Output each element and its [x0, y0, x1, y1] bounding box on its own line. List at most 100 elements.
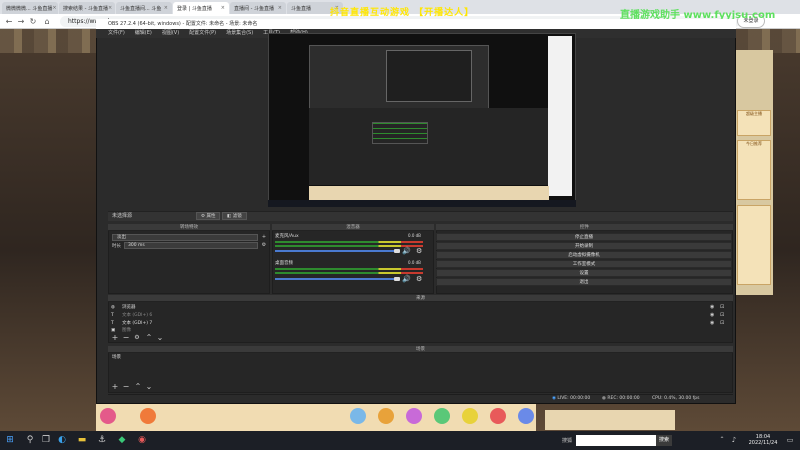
properties-button[interactable]: ⚙ 属性: [196, 212, 221, 220]
move-up-icon[interactable]: ⌃: [134, 383, 142, 391]
browser-tab[interactable]: 微微微微... 斗鱼直播 ×: [2, 2, 58, 14]
gift-icon[interactable]: [434, 408, 450, 424]
gear-icon[interactable]: ⚙: [416, 247, 422, 255]
tray-chevron-icon[interactable]: ⌃: [716, 434, 728, 446]
source-item[interactable]: T 文本 (GDI+) 7: [110, 320, 730, 327]
source-item[interactable]: ▣ 图像: [110, 327, 730, 334]
close-icon[interactable]: ×: [164, 5, 168, 11]
windows-start-icon[interactable]: ⊞: [4, 434, 16, 446]
gift-icon[interactable]: [518, 408, 534, 424]
edge-browser-icon[interactable]: ◐: [56, 434, 68, 446]
gift-icon[interactable]: [378, 408, 394, 424]
sources-header: 来源: [108, 295, 733, 302]
speaker-icon[interactable]: 🔊: [402, 275, 411, 283]
audio-meter: [275, 272, 423, 274]
website-side-promo[interactable]: 超级主播: [737, 110, 771, 136]
cpu-status: CPU: 0.4%, 30.00 fps: [652, 396, 700, 401]
live-icon: ◉: [552, 396, 556, 401]
back-icon[interactable]: ←: [4, 16, 14, 27]
settings-button[interactable]: 设置: [436, 269, 732, 277]
scene-item[interactable]: 场景: [110, 354, 730, 361]
remove-scene-icon[interactable]: −: [122, 383, 130, 391]
add-source-icon[interactable]: +: [111, 334, 119, 342]
virtual-camera-button[interactable]: 启动虚拟摄像机: [436, 251, 732, 259]
gift-icon[interactable]: [462, 408, 478, 424]
eye-icon[interactable]: ◉: [710, 320, 716, 326]
remove-source-icon[interactable]: −: [122, 334, 130, 342]
close-icon[interactable]: ×: [221, 5, 225, 11]
volume-slider[interactable]: [275, 250, 399, 252]
audio-meter: [275, 245, 423, 247]
no-source-label: 未选择源: [112, 213, 133, 219]
move-up-icon[interactable]: ⌃: [145, 334, 153, 342]
menu-scene-collection[interactable]: 场景集合(S): [226, 29, 253, 38]
obs-taskbar-icon[interactable]: ◉: [136, 434, 148, 446]
menu-profile[interactable]: 配置文件(P): [189, 29, 216, 38]
gift-icon[interactable]: [406, 408, 422, 424]
add-icon[interactable]: +: [261, 234, 267, 240]
transition-select[interactable]: 淡出: [112, 234, 258, 241]
close-icon[interactable]: ×: [108, 5, 112, 11]
lock-icon[interactable]: ⊡: [720, 312, 726, 318]
browser-tab-active[interactable]: 登录 | 斗鱼直播 ×: [173, 2, 229, 14]
move-down-icon[interactable]: ⌄: [145, 383, 153, 391]
browser-tab[interactable]: 搜索结果 - 斗鱼直播 ×: [59, 2, 115, 14]
taskbar-clock[interactable]: 18:04 2022/11/24: [745, 434, 781, 446]
speaker-icon[interactable]: 🔊: [402, 247, 411, 255]
preview-nested-docks: [309, 108, 549, 185]
file-explorer-icon[interactable]: ▬: [76, 434, 88, 446]
studio-mode-button[interactable]: 工作室模式: [436, 260, 732, 268]
taskbar-search-button[interactable]: 搜索: [656, 435, 672, 446]
app-icon[interactable]: ◆: [116, 434, 128, 446]
exit-button[interactable]: 退出: [436, 278, 732, 286]
eye-icon[interactable]: ◉: [710, 312, 716, 318]
volume-slider-handle[interactable]: [394, 249, 400, 253]
browser-tab[interactable]: 斗鱼直播间... 斗鱼 ×: [116, 2, 172, 14]
duration-input[interactable]: 300 ms: [124, 242, 258, 249]
notification-icon[interactable]: ▭: [784, 434, 796, 446]
preview-nested-taskbar: [268, 200, 576, 207]
stop-streaming-button[interactable]: 停止直播: [436, 233, 732, 241]
lock-icon[interactable]: ⊡: [720, 304, 726, 310]
start-recording-button[interactable]: 开始录制: [436, 242, 732, 250]
reload-icon[interactable]: ↻: [28, 16, 38, 27]
gift-icon[interactable]: [140, 408, 156, 424]
filters-button[interactable]: ◧ 滤镜: [222, 212, 247, 220]
search-icon[interactable]: ⚲: [24, 434, 36, 446]
menu-view[interactable]: 视图(V): [162, 29, 179, 38]
settings-icon[interactable]: ⚙: [261, 242, 267, 248]
gear-icon[interactable]: ⚙: [416, 275, 422, 283]
gear-icon[interactable]: ⚙: [133, 334, 141, 342]
taskbar-search-input[interactable]: [576, 435, 656, 446]
gift-icon[interactable]: [100, 408, 116, 424]
add-scene-icon[interactable]: +: [111, 383, 119, 391]
task-view-icon[interactable]: ❐: [40, 434, 52, 446]
audio-meter: [275, 241, 423, 243]
close-icon[interactable]: ×: [278, 5, 282, 11]
move-down-icon[interactable]: ⌄: [156, 334, 164, 342]
forward-icon[interactable]: →: [16, 16, 26, 27]
mixer-channel-db: 0.0 dB: [408, 260, 421, 265]
text-icon: T: [111, 313, 114, 318]
menu-file[interactable]: 文件(F): [108, 29, 125, 38]
lock-icon[interactable]: ⊡: [720, 320, 726, 326]
source-item[interactable]: ◍ 浏览器: [110, 304, 730, 311]
website-side-promo-3[interactable]: [737, 205, 771, 285]
browser-tab[interactable]: 直播间 - 斗鱼直播 ×: [230, 2, 286, 14]
volume-slider[interactable]: [275, 278, 399, 280]
preview-nested-gift-bar: [309, 186, 549, 200]
mixer-channel-name: 桌面音频: [275, 261, 293, 266]
website-side-promo-2[interactable]: 今日推荐: [737, 140, 771, 200]
volume-slider-handle[interactable]: [394, 277, 400, 281]
gift-icon[interactable]: [350, 408, 366, 424]
mixer-channel-db: 0.0 dB: [408, 233, 421, 238]
gift-icon[interactable]: [490, 408, 506, 424]
menu-edit[interactable]: 编辑(E): [135, 29, 152, 38]
controls-header: 控件: [436, 224, 733, 231]
source-item[interactable]: T 文本 (GDI+) 6: [110, 312, 730, 319]
speaker-icon[interactable]: ♪: [728, 434, 740, 446]
eye-icon[interactable]: ◉: [710, 304, 716, 310]
app-icon[interactable]: ⚓: [96, 434, 108, 446]
close-icon[interactable]: ×: [52, 5, 56, 11]
home-icon[interactable]: ⌂: [42, 16, 52, 27]
